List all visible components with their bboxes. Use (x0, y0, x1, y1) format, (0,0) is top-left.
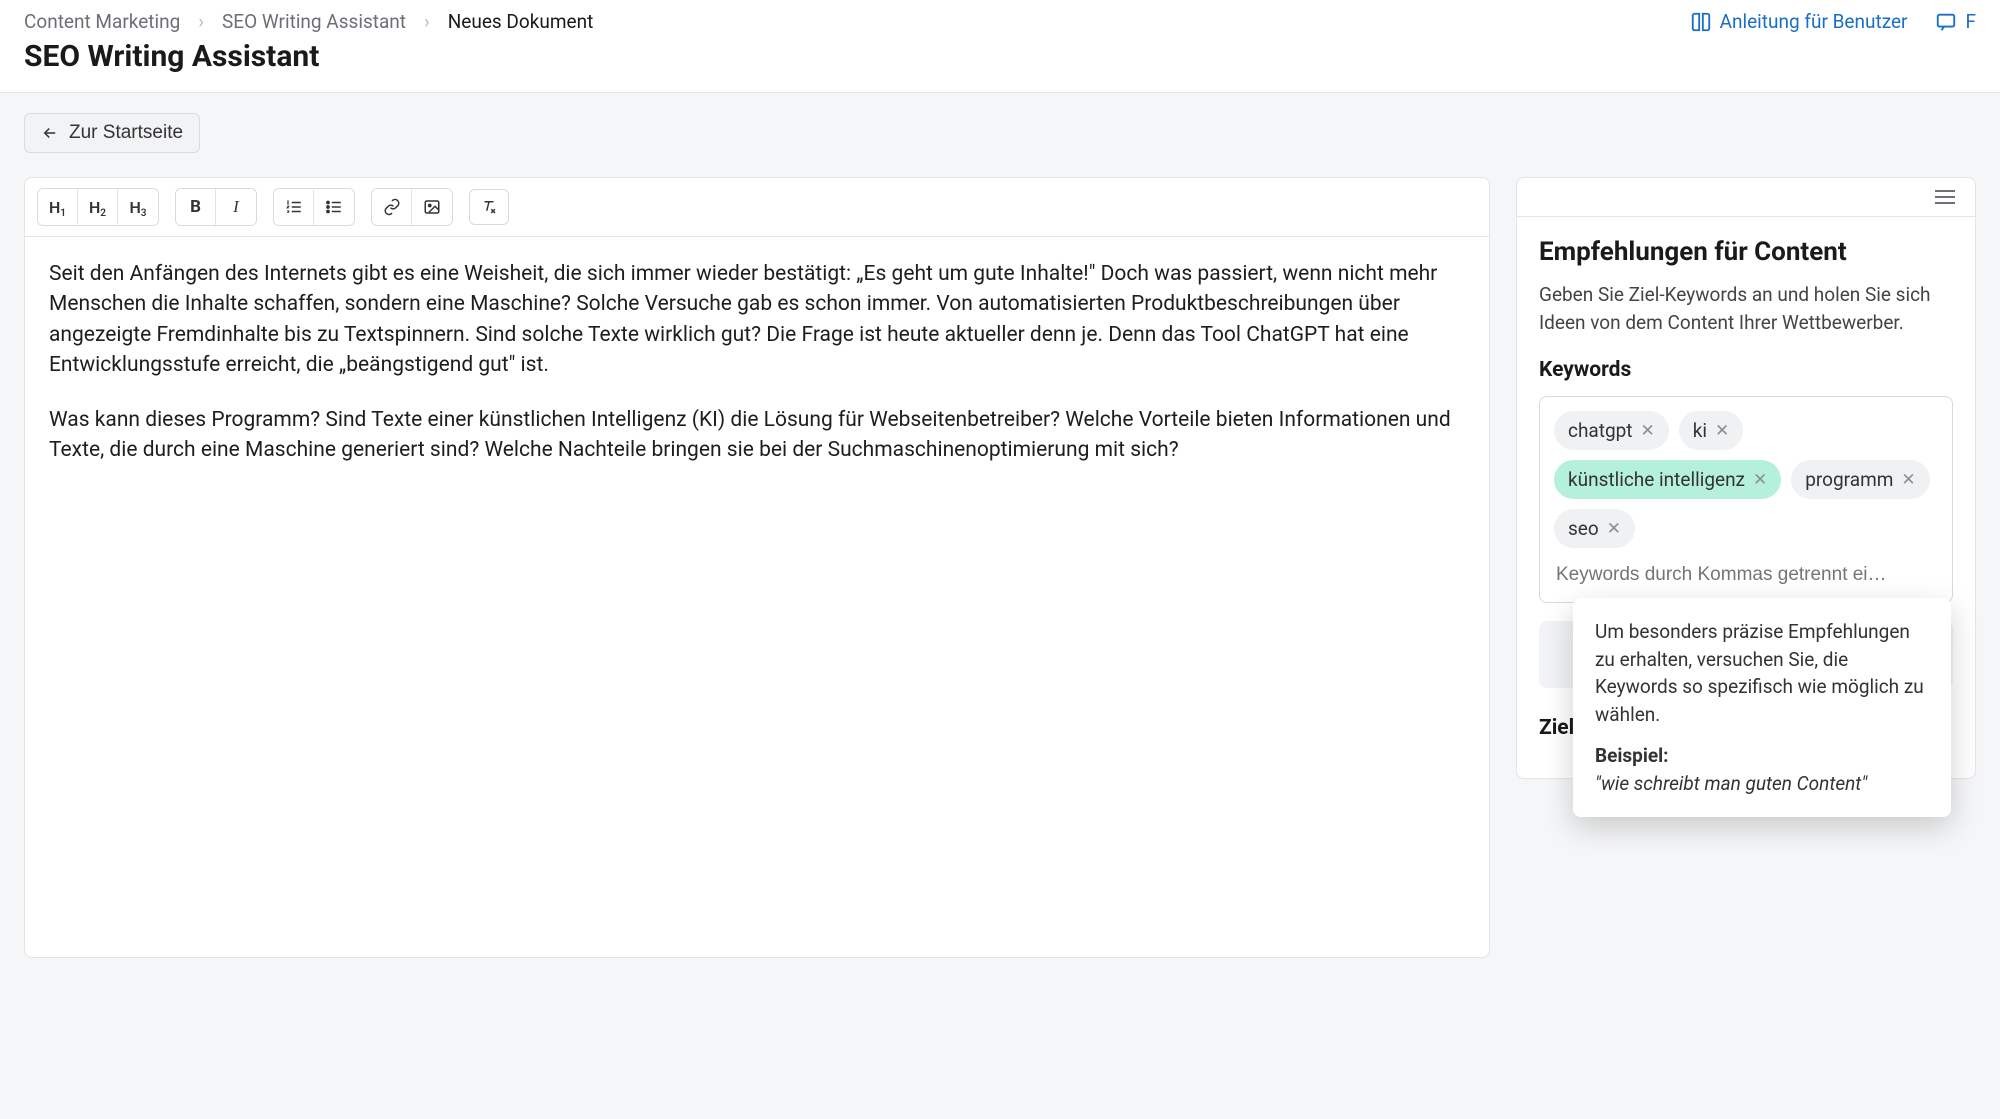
tooltip-body: Um besonders präzise Empfehlungen zu erh… (1595, 618, 1929, 728)
recommendations-title: Empfehlungen für Content (1539, 237, 1953, 267)
keyword-chip[interactable]: künstliche intelligenz ✕ (1554, 460, 1781, 499)
keyword-chip[interactable]: chatgpt ✕ (1554, 411, 1669, 450)
heading-1-button[interactable]: H1 (38, 189, 78, 225)
feedback-label: F (1965, 10, 1976, 33)
user-guide-label: Anleitung für Benutzer (1720, 10, 1908, 33)
link-icon (383, 198, 401, 216)
arrow-left-icon (41, 124, 59, 142)
bold-button[interactable]: B (176, 189, 216, 225)
page-title: SEO Writing Assistant (24, 39, 593, 74)
keyword-chip[interactable]: ki ✕ (1679, 411, 1744, 450)
breadcrumb-current: Neues Dokument (448, 10, 594, 33)
remove-keyword-icon[interactable]: ✕ (1641, 421, 1655, 441)
unordered-list-icon (325, 198, 343, 216)
keywords-box[interactable]: chatgpt ✕ ki ✕ künstliche intelligenz ✕ … (1539, 396, 1953, 603)
keyword-chip-label: ki (1693, 419, 1707, 442)
editor-paragraph: Seit den Anfängen des Internets gibt es … (49, 259, 1465, 381)
tooltip-example-label: Beispiel: (1595, 742, 1929, 770)
clear-formatting-icon (480, 198, 498, 216)
keyword-chip[interactable]: seo ✕ (1554, 509, 1635, 548)
book-icon (1690, 11, 1712, 33)
keyword-chip[interactable]: programm ✕ (1791, 460, 1929, 499)
heading-2-button[interactable]: H2 (78, 189, 118, 225)
keyword-chip-label: künstliche intelligenz (1568, 468, 1745, 491)
remove-keyword-icon[interactable]: ✕ (1901, 470, 1915, 490)
link-button[interactable] (372, 189, 412, 225)
unordered-list-button[interactable] (314, 189, 354, 225)
chevron-right-icon: › (198, 10, 204, 33)
keyword-chip-label: seo (1568, 517, 1599, 540)
clear-formatting-button[interactable] (469, 189, 509, 225)
editor-panel: H1 H2 H3 B I (24, 177, 1490, 958)
back-button-label: Zur Startseite (69, 122, 183, 144)
ordered-list-button[interactable] (274, 189, 314, 225)
keywords-input[interactable] (1554, 558, 1938, 592)
recommendations-description: Geben Sie Ziel-Keywords an und holen Sie… (1539, 281, 1953, 336)
keyword-tooltip: Um besonders präzise Empfehlungen zu erh… (1573, 598, 1951, 817)
recommendations-panel: Empfehlungen für Content Geben Sie Ziel-… (1516, 177, 1976, 779)
tooltip-example-text: "wie schreibt man guten Content" (1595, 770, 1929, 798)
breadcrumb: Content Marketing › SEO Writing Assistan… (24, 10, 593, 33)
keyword-chip-label: chatgpt (1568, 419, 1633, 442)
editor-content[interactable]: Seit den Anfängen des Internets gibt es … (25, 237, 1489, 957)
editor-paragraph: Was kann dieses Programm? Sind Texte ein… (49, 405, 1465, 466)
panel-menu-icon[interactable] (1935, 190, 1955, 204)
heading-3-button[interactable]: H3 (118, 189, 158, 225)
breadcrumb-content-marketing[interactable]: Content Marketing (24, 10, 180, 33)
ordered-list-icon (285, 198, 303, 216)
remove-keyword-icon[interactable]: ✕ (1753, 470, 1767, 490)
editor-toolbar: H1 H2 H3 B I (25, 178, 1489, 237)
italic-button[interactable]: I (216, 189, 256, 225)
remove-keyword-icon[interactable]: ✕ (1715, 421, 1729, 441)
image-icon (423, 198, 441, 216)
back-to-home-button[interactable]: Zur Startseite (24, 113, 200, 153)
breadcrumb-seo-writing-assistant[interactable]: SEO Writing Assistant (222, 10, 406, 33)
keywords-section-label: Keywords (1539, 358, 1953, 382)
chat-icon (1935, 11, 1957, 33)
feedback-link[interactable]: F (1935, 10, 1976, 33)
keyword-chip-label: programm (1805, 468, 1893, 491)
user-guide-link[interactable]: Anleitung für Benutzer (1690, 10, 1908, 33)
remove-keyword-icon[interactable]: ✕ (1607, 519, 1621, 539)
image-button[interactable] (412, 189, 452, 225)
chevron-right-icon: › (424, 10, 430, 33)
